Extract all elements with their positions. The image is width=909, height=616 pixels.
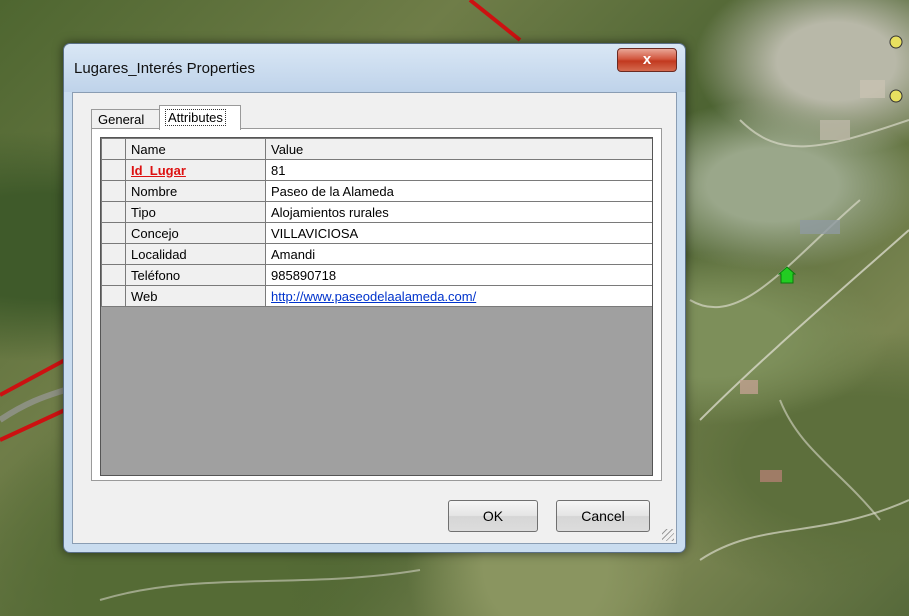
field-value[interactable]: http://www.paseodelaalameda.com/	[265, 285, 652, 307]
field-value[interactable]: 985890718	[265, 264, 652, 286]
grid-row[interactable]: Teléfono 985890718	[101, 264, 652, 286]
field-name: Tipo	[125, 201, 266, 223]
cancel-button[interactable]: Cancel	[556, 500, 650, 532]
row-selector[interactable]	[101, 180, 126, 202]
ok-button[interactable]: OK	[448, 500, 538, 532]
grid-row[interactable]: Concejo VILLAVICIOSA	[101, 222, 652, 244]
resize-grip[interactable]	[662, 529, 674, 541]
tab-attributes[interactable]: Attributes	[159, 105, 241, 130]
field-name: Concejo	[125, 222, 266, 244]
grid-header-row: Name Value	[101, 138, 652, 160]
field-name: Id_Lugar	[125, 159, 266, 181]
field-name: Web	[125, 285, 266, 307]
grid-row[interactable]: Nombre Paseo de la Alameda	[101, 180, 652, 202]
row-selector[interactable]	[101, 264, 126, 286]
road-line	[468, 0, 522, 42]
close-button[interactable]: x	[617, 48, 677, 72]
grid-row[interactable]: Localidad Amandi	[101, 243, 652, 265]
row-selector[interactable]	[101, 222, 126, 244]
dialog-title: Lugares_Interés Properties	[74, 60, 255, 77]
house-marker-icon[interactable]	[778, 266, 796, 284]
row-selector[interactable]	[101, 285, 126, 307]
grid-row[interactable]: Tipo Alojamientos rurales	[101, 201, 652, 223]
attributes-panel: Name Value Id_Lugar 81 Nombre Paseo de l…	[91, 128, 662, 481]
properties-dialog: Lugares_Interés Properties x General Att…	[63, 43, 686, 553]
field-name: Nombre	[125, 180, 266, 202]
row-selector[interactable]	[101, 159, 126, 181]
grid-row[interactable]: Id_Lugar 81	[101, 159, 652, 181]
row-selector[interactable]	[101, 201, 126, 223]
header-value[interactable]: Value	[265, 138, 652, 160]
title-bar[interactable]: Lugares_Interés Properties x	[64, 44, 685, 92]
dialog-body: General Attributes Name Value Id_Lugar 8…	[72, 92, 677, 544]
row-selector[interactable]	[101, 243, 126, 265]
tab-general[interactable]: General	[91, 109, 161, 129]
field-value[interactable]: 81	[265, 159, 652, 181]
header-name[interactable]: Name	[125, 138, 266, 160]
grid-row[interactable]: Web http://www.paseodelaalameda.com/	[101, 285, 652, 307]
field-value[interactable]: Alojamientos rurales	[265, 201, 652, 223]
road-line	[0, 358, 66, 397]
attributes-grid[interactable]: Name Value Id_Lugar 81 Nombre Paseo de l…	[100, 137, 653, 476]
field-name: Localidad	[125, 243, 266, 265]
field-value[interactable]: VILLAVICIOSA	[265, 222, 652, 244]
field-value[interactable]: Amandi	[265, 243, 652, 265]
tab-attributes-label: Attributes	[165, 109, 226, 126]
field-name: Teléfono	[125, 264, 266, 286]
web-link[interactable]: http://www.paseodelaalameda.com/	[271, 289, 476, 304]
row-selector[interactable]	[101, 138, 126, 160]
field-value[interactable]: Paseo de la Alameda	[265, 180, 652, 202]
